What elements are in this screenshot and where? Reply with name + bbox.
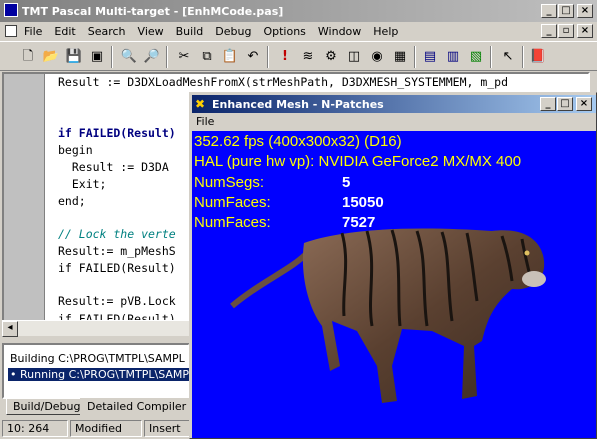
- save-all-icon[interactable]: ▣: [87, 47, 107, 67]
- mesh-titlebar[interactable]: ✖ Enhanced Mesh - N-Patches _ □ ×: [192, 95, 596, 113]
- render-viewport[interactable]: 352.62 fps (400x300x32) (D16) HAL (pure …: [192, 131, 596, 438]
- build-icon[interactable]: ≋: [298, 47, 318, 67]
- code-line: end;: [58, 194, 86, 208]
- close-button[interactable]: ×: [577, 4, 593, 18]
- menu-view[interactable]: View: [132, 25, 170, 38]
- ide-titlebar[interactable]: TMT Pascal Multi-target - [EnhMCode.pas]…: [0, 0, 597, 22]
- menu-search[interactable]: Search: [82, 25, 132, 38]
- pointer-icon[interactable]: ↖: [498, 47, 518, 67]
- output-line-selected[interactable]: • Running C:\PROG\TMTPL\SAMPL: [8, 368, 198, 381]
- code-comment: // Lock the verte: [58, 227, 176, 241]
- code-line: begin: [58, 143, 93, 157]
- menu-file[interactable]: File: [18, 25, 48, 38]
- code-line: if FAILED(Result): [58, 261, 176, 275]
- save-icon[interactable]: 💾: [64, 47, 84, 67]
- child-minimize-button[interactable]: _: [541, 24, 557, 38]
- menu-edit[interactable]: Edit: [48, 25, 81, 38]
- find-icon[interactable]: 🔍: [119, 47, 139, 67]
- child-close-button[interactable]: ×: [577, 24, 593, 38]
- toolbar: 🗋 📂 💾 ▣ 🔍 🔎 ✂ ⧉ 📋 ↶ ! ≋ ⚙ ◫ ◉ ▦ ▤ ▥ ▧ ↖ …: [0, 41, 597, 71]
- scroll-left-icon[interactable]: ◂: [2, 321, 18, 337]
- code-line: Exit;: [58, 177, 107, 191]
- copy-icon[interactable]: ⧉: [197, 47, 217, 67]
- mesh-title: Enhanced Mesh - N-Patches: [212, 97, 384, 111]
- insert-mode: Insert: [144, 420, 190, 437]
- code-line: Result:= m_pMeshS: [58, 244, 176, 258]
- cursor-position: 10: 264: [2, 420, 68, 437]
- mesh-close-button[interactable]: ×: [576, 97, 592, 111]
- compile-icon[interactable]: ⚙: [321, 47, 341, 67]
- code-line: if FAILED(Result): [58, 126, 176, 140]
- horizontal-scrollbar[interactable]: ◂: [2, 320, 190, 337]
- run-icon[interactable]: !: [275, 47, 295, 67]
- cascade-icon[interactable]: ▧: [466, 47, 486, 67]
- maximize-button[interactable]: □: [558, 4, 574, 18]
- directx-icon: ✖: [195, 97, 206, 111]
- paste-icon[interactable]: 📋: [220, 47, 240, 67]
- tab-build-debug[interactable]: Build/Debug: [6, 398, 88, 415]
- child-restore-button[interactable]: ▫: [558, 24, 574, 38]
- tiger-model: [230, 228, 546, 403]
- menu-window[interactable]: Window: [312, 25, 367, 38]
- undo-icon[interactable]: ↶: [243, 47, 263, 67]
- mesh-menu-file[interactable]: File: [192, 114, 214, 130]
- editor-gutter: [4, 74, 45, 334]
- open-folder-icon[interactable]: 📂: [41, 47, 61, 67]
- code-line: Result:= pVB.Lock: [58, 294, 176, 308]
- menu-build[interactable]: Build: [170, 25, 210, 38]
- tile-horizontal-icon[interactable]: ▤: [420, 47, 440, 67]
- watch-icon[interactable]: ▦: [390, 47, 410, 67]
- modified-status: Modified: [70, 420, 142, 437]
- new-file-icon[interactable]: 🗋: [18, 47, 38, 67]
- mesh-minimize-button[interactable]: _: [540, 97, 556, 111]
- menu-help[interactable]: Help: [367, 25, 404, 38]
- document-icon: [5, 25, 17, 37]
- output-line: Building C:\PROG\TMTPL\SAMPL: [10, 352, 185, 365]
- minimize-button[interactable]: _: [541, 4, 557, 18]
- code-line: Result := D3DXLoadMeshFromX(strMeshPath,…: [58, 75, 509, 89]
- mesh-window[interactable]: ✖ Enhanced Mesh - N-Patches _ □ × File 3…: [189, 92, 597, 439]
- tile-vertical-icon[interactable]: ▥: [443, 47, 463, 67]
- code-line: Result := D3DA: [58, 160, 169, 174]
- step-icon[interactable]: ◫: [344, 47, 364, 67]
- help-book-icon[interactable]: 📕: [528, 47, 548, 67]
- mesh-maximize-button[interactable]: □: [557, 97, 573, 111]
- output-tabs: Build/Debug Detailed Compiler Rep: [2, 398, 218, 416]
- app-icon: [4, 3, 18, 17]
- menu-options[interactable]: Options: [257, 25, 311, 38]
- find-next-icon[interactable]: 🔎: [142, 47, 162, 67]
- cut-icon[interactable]: ✂: [174, 47, 194, 67]
- breakpoint-icon[interactable]: ◉: [367, 47, 387, 67]
- ide-title: TMT Pascal Multi-target - [EnhMCode.pas]: [22, 4, 284, 18]
- menu-debug[interactable]: Debug: [209, 25, 257, 38]
- output-panel[interactable]: Building C:\PROG\TMTPL\SAMPL • Running C…: [2, 343, 198, 399]
- menubar: File Edit Search View Build Debug Option…: [0, 22, 597, 40]
